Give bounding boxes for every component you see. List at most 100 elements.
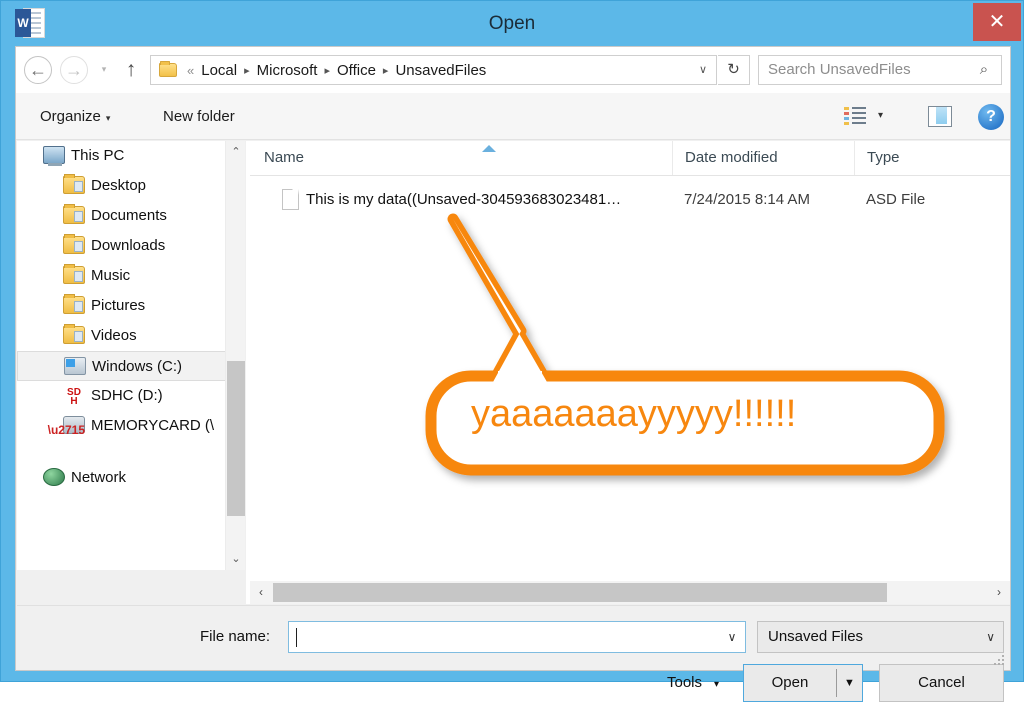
search-input[interactable]: Search UnsavedFiles ⌕ — [758, 55, 1002, 85]
help-icon[interactable]: ? — [978, 104, 1004, 130]
column-header-date-modified[interactable]: Date modified — [672, 141, 852, 175]
search-icon[interactable]: ⌕ — [975, 60, 993, 80]
back-button[interactable]: ← — [24, 56, 52, 84]
dialog-body: ← → ▾ ↑ « Local ▸ Microsoft ▸ Office ▸ U… — [15, 46, 1011, 702]
sidebar-item-windows-c[interactable]: Windows (C:) — [17, 351, 227, 381]
sidebar-item-sdhc-d[interactable]: SD H SDHC (D:) — [17, 381, 227, 411]
new-folder-button[interactable]: New folder — [163, 105, 235, 129]
hard-drive-icon — [64, 357, 86, 375]
breadcrumb-item-2[interactable]: Office — [335, 62, 378, 79]
sidebar-item-downloads[interactable]: Downloads — [17, 231, 227, 261]
folder-desktop-icon — [63, 174, 85, 194]
chevron-down-icon: ▾ — [105, 113, 111, 123]
sidebar-item-network[interactable]: Network — [17, 463, 227, 493]
sidebar-label-downloads: Downloads — [91, 237, 166, 254]
file-list-horizontal-scrollbar[interactable]: ‹ › — [250, 581, 1010, 604]
file-name-dropdown-icon[interactable]: ∨ — [719, 622, 745, 652]
column-headers: Name Date modified Type — [250, 141, 1010, 176]
view-options-icon[interactable] — [844, 107, 868, 127]
file-type-filter-value: Unsaved Files — [768, 628, 864, 645]
address-bar[interactable]: « Local ▸ Microsoft ▸ Office ▸ UnsavedFi… — [150, 55, 717, 85]
document-icon — [282, 189, 299, 210]
sort-ascending-icon — [482, 145, 496, 152]
navigation-pane-scrollbar[interactable]: ⌃ ⌄ — [225, 141, 245, 570]
sidebar-label-videos: Videos — [91, 327, 137, 344]
chevron-down-icon: ∨ — [986, 630, 995, 644]
scrollbar-thumb[interactable] — [227, 361, 245, 516]
organize-label: Organize — [40, 108, 101, 125]
view-options-chevron-down-icon[interactable]: ▾ — [878, 110, 883, 121]
cancel-button[interactable]: Cancel — [879, 664, 1004, 702]
sidebar-label-desktop: Desktop — [91, 177, 147, 194]
network-drive-disconnected-icon: \u2715 — [48, 416, 85, 436]
tools-label: Tools — [667, 674, 703, 691]
sidebar-item-pictures[interactable]: Pictures — [17, 291, 227, 321]
sidebar-item-memorycard[interactable]: \u2715 MEMORYCARD (\ — [17, 411, 227, 441]
up-one-level-button[interactable]: ↑ — [120, 57, 142, 83]
folder-tree: This PC Desktop Documents Downloads Musi… — [17, 141, 227, 493]
text-cursor — [296, 628, 297, 647]
breadcrumb-item-1[interactable]: Microsoft — [255, 62, 320, 79]
organize-button[interactable]: Organize ▾ — [40, 105, 110, 129]
chevron-down-icon: ▾ — [714, 679, 720, 690]
sidebar-label-sdhc-d: SDHC (D:) — [91, 387, 163, 404]
open-button-label: Open — [771, 674, 809, 691]
sidebar-label-windows-c: Windows (C:) — [92, 358, 183, 375]
column-header-name-label: Name — [264, 149, 305, 166]
file-list-pane: Name Date modified Type This is my data(… — [250, 141, 1010, 581]
breadcrumb-sep-0[interactable]: ▸ — [239, 64, 255, 77]
sidebar-item-documents[interactable]: Documents — [17, 201, 227, 231]
recent-locations-icon[interactable]: ▾ — [96, 64, 112, 76]
sidebar-label-this-pc: This PC — [71, 147, 125, 164]
file-type-cell: ASD File — [866, 191, 926, 208]
address-dropdown-icon[interactable]: ∨ — [692, 59, 714, 81]
sidebar-item-music[interactable]: Music — [17, 261, 227, 291]
breadcrumb-item-0[interactable]: Local — [199, 62, 239, 79]
computer-icon — [43, 146, 65, 166]
sidebar-item-desktop[interactable]: Desktop — [17, 171, 227, 201]
folder-pictures-icon — [63, 294, 85, 314]
breadcrumb-item-3[interactable]: UnsavedFiles — [393, 62, 488, 79]
sidebar-label-memorycard: MEMORYCARD (\ — [91, 417, 215, 434]
forward-button[interactable]: → — [60, 56, 88, 84]
sd-card-icon: SD H — [67, 387, 81, 407]
breadcrumb-overflow-icon[interactable]: « — [182, 63, 199, 78]
file-type-filter-select[interactable]: Unsaved Files ∨ — [757, 621, 1004, 653]
scroll-down-icon[interactable]: ⌄ — [226, 548, 246, 570]
title-bar: W Open ✕ — [1, 1, 1023, 46]
scroll-right-icon[interactable]: › — [988, 581, 1010, 604]
breadcrumb-sep-1[interactable]: ▸ — [319, 64, 335, 77]
open-button[interactable]: Open ▼ — [743, 664, 863, 702]
file-name-input[interactable]: ∨ — [288, 621, 746, 653]
open-dialog-window: W Open ✕ ← → ▾ ↑ « Local ▸ Microsoft ▸ O… — [0, 0, 1024, 702]
scroll-up-icon[interactable]: ⌃ — [226, 141, 246, 163]
file-name-label: File name: — [200, 628, 271, 645]
table-row[interactable]: This is my data((Unsaved-304593683023481… — [250, 186, 1010, 214]
navigation-pane: This PC Desktop Documents Downloads Musi… — [17, 141, 244, 570]
sidebar-item-videos[interactable]: Videos — [17, 321, 227, 351]
resize-grip[interactable] — [994, 655, 1006, 667]
folder-music-icon — [63, 264, 85, 284]
sidebar-label-documents: Documents — [91, 207, 167, 224]
navigation-bar: ← → ▾ ↑ « Local ▸ Microsoft ▸ Office ▸ U… — [16, 47, 1010, 93]
close-button[interactable]: ✕ — [973, 3, 1021, 41]
sidebar-item-this-pc[interactable]: This PC — [17, 141, 227, 171]
window-title: Open — [488, 13, 536, 34]
column-header-type[interactable]: Type — [854, 141, 1010, 175]
sidebar-label-network: Network — [71, 469, 127, 486]
file-name-cell: This is my data((Unsaved-304593683023481… — [306, 191, 622, 208]
annotation-text: yaaaaaaayyyyy!!!!!! — [471, 393, 797, 435]
preview-pane-button[interactable] — [924, 105, 954, 129]
column-header-name[interactable]: Name — [264, 141, 670, 175]
dialog-footer: File name: ∨ Unsaved Files ∨ Tools ▾ Open… — [17, 605, 1010, 702]
open-split-chevron-down-icon[interactable]: ▼ — [837, 665, 862, 701]
command-bar: Organize ▾ New folder ▾ ? — [16, 93, 1010, 140]
refresh-button[interactable]: ↻ — [718, 55, 750, 85]
sidebar-label-pictures: Pictures — [91, 297, 146, 314]
scroll-left-icon[interactable]: ‹ — [250, 581, 272, 604]
hscrollbar-thumb[interactable] — [273, 583, 887, 602]
folder-videos-icon — [63, 324, 85, 344]
tools-button[interactable]: Tools ▾ — [667, 671, 719, 695]
breadcrumb-sep-2[interactable]: ▸ — [378, 64, 394, 77]
